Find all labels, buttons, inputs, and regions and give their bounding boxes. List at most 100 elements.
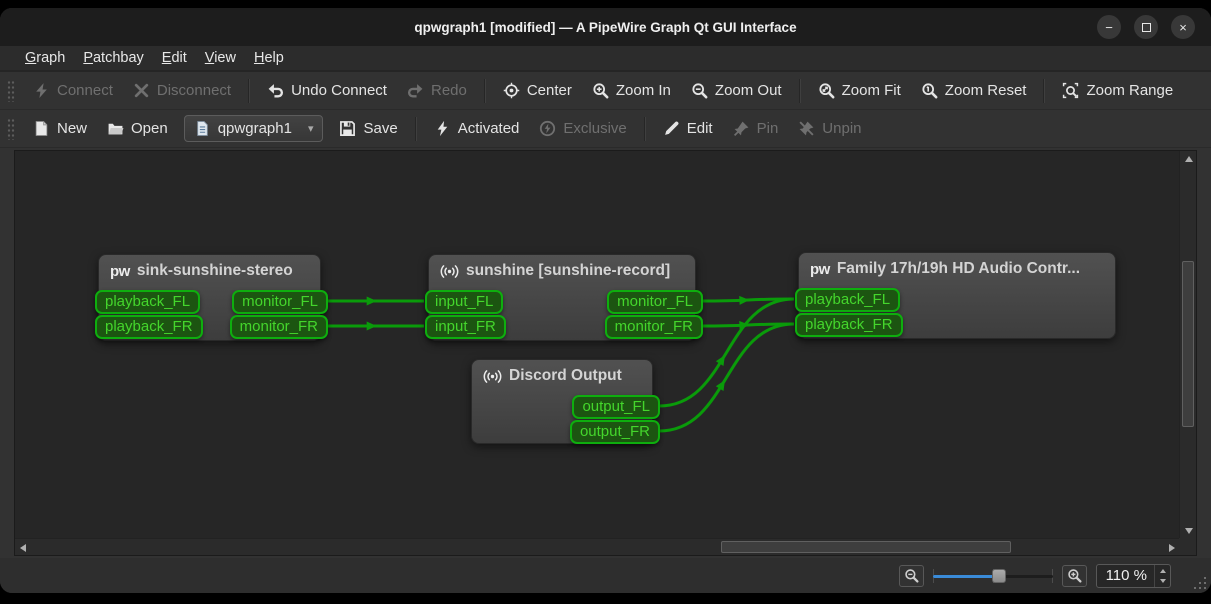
zoom-in-button[interactable]: [1062, 565, 1087, 587]
new-button[interactable]: New: [23, 115, 97, 142]
horizontal-scrollbar-thumb[interactable]: [721, 541, 1011, 553]
zoom-out-button[interactable]: [899, 565, 924, 587]
maximize-icon: [1142, 23, 1151, 32]
connection[interactable]: [702, 324, 794, 326]
zoom-slider-fill: [933, 575, 999, 578]
toolbar-separator: [799, 79, 801, 103]
triangle-left-icon: [16, 544, 26, 552]
open-icon: [107, 120, 124, 137]
triangle-down-icon: [1185, 528, 1193, 538]
port-monitor-fr[interactable]: monitor_FR: [230, 315, 328, 339]
scroll-left-button[interactable]: [15, 540, 30, 555]
toolbar-separator: [484, 79, 486, 103]
port-input-fl[interactable]: input_FL: [425, 290, 503, 314]
toolbar-drag-handle[interactable]: [7, 118, 15, 140]
zoom-reset-button[interactable]: Zoom Reset: [911, 77, 1037, 104]
statusbar: 110 %: [0, 558, 1211, 593]
scroll-up-button[interactable]: [1181, 151, 1196, 166]
scrollbar-corner: [1179, 538, 1196, 555]
spin-down-button[interactable]: [1155, 576, 1170, 587]
zoom-out-icon: [691, 82, 708, 99]
toolbar-button-label: Zoom Reset: [945, 82, 1027, 99]
port-playback-fl[interactable]: playback_FL: [795, 288, 900, 312]
port-playback-fl[interactable]: playback_FL: [95, 290, 200, 314]
dropdown-qpwgraph1-button[interactable]: qpwgraph1▾: [184, 115, 324, 142]
zoom-fit-button[interactable]: Zoom Fit: [808, 77, 911, 104]
close-button[interactable]: ×: [1171, 15, 1195, 39]
node-header: pwFamily 17h/19h HD Audio Contr...: [799, 253, 1115, 285]
zoom-range-icon: [1062, 82, 1079, 99]
port-playback-fr[interactable]: playback_FR: [95, 315, 203, 339]
port-monitor-fl[interactable]: monitor_FL: [232, 290, 328, 314]
connect-button: Connect: [23, 77, 123, 104]
node-header: pwsink-sunshine-stereo: [99, 255, 320, 287]
scroll-down-button[interactable]: [1181, 523, 1196, 538]
triangle-up-icon: [1185, 152, 1193, 162]
pin-button: Pin: [723, 115, 789, 142]
menu-graph[interactable]: Graph: [16, 48, 74, 68]
node-sunshine[interactable]: sunshine [sunshine-record] input_FLinput_…: [428, 254, 696, 341]
port-playback-fr[interactable]: playback_FR: [795, 313, 903, 337]
zoom-out-button[interactable]: Zoom Out: [681, 77, 792, 104]
zoom-slider[interactable]: [933, 566, 1053, 586]
save-button[interactable]: Save: [329, 115, 407, 142]
toolbar-button-label: Exclusive: [563, 120, 626, 137]
graph-canvas[interactable]: pwsink-sunshine-stereoplayback_FLplaybac…: [14, 150, 1197, 556]
port-output-fl[interactable]: output_FL: [572, 395, 660, 419]
port-monitor-fl[interactable]: monitor_FL: [607, 290, 703, 314]
triangle-down-icon: [1160, 579, 1166, 586]
connection[interactable]: [702, 299, 794, 301]
triangle-up-icon: [1160, 566, 1166, 573]
toolbar-button-label: Zoom Out: [715, 82, 782, 99]
open-button[interactable]: Open: [97, 115, 178, 142]
zoom-fit-icon: [818, 82, 835, 99]
toolbar-main: ConnectDisconnectUndo ConnectRedoCenterZ…: [0, 72, 1211, 110]
toolbar-separator: [248, 79, 250, 103]
menu-edit[interactable]: Edit: [153, 48, 196, 68]
node-sink[interactable]: pwsink-sunshine-stereo playback_FLplaybac…: [98, 254, 321, 341]
zoom-in-icon: [592, 82, 609, 99]
scroll-right-button[interactable]: [1164, 540, 1179, 555]
node-family[interactable]: pwFamily 17h/19h HD Audio Contr... playba…: [798, 252, 1116, 339]
spin-arrows: [1154, 565, 1170, 587]
port-monitor-fr[interactable]: monitor_FR: [605, 315, 703, 339]
node-title: Discord Output: [509, 367, 622, 385]
disconnect-button: Disconnect: [123, 77, 241, 104]
toolbar-separator: [644, 117, 646, 141]
node-header: sunshine [sunshine-record]: [429, 255, 695, 287]
edit-icon: [663, 120, 680, 137]
exclusive-button: Exclusive: [529, 115, 636, 142]
toolbar-button-label: Pin: [757, 120, 779, 137]
pipewire-icon: pw: [810, 261, 830, 278]
toolbar-drag-handle[interactable]: [7, 80, 15, 102]
toolbar-button-label: Edit: [687, 120, 713, 137]
vertical-scrollbar[interactable]: [1179, 151, 1196, 538]
activated-button[interactable]: Activated: [424, 115, 530, 142]
minimize-button[interactable]: −: [1097, 15, 1121, 39]
menu-help[interactable]: Help: [245, 48, 293, 68]
maximize-button[interactable]: [1134, 15, 1158, 39]
zoom-spinbox[interactable]: 110 %: [1096, 564, 1171, 588]
resize-grip[interactable]: [1192, 575, 1206, 589]
titlebar[interactable]: qpwgraph1 [modified] — A PipeWire Graph …: [0, 8, 1211, 46]
zoom-slider-handle[interactable]: [992, 569, 1006, 583]
menu-view[interactable]: View: [196, 48, 245, 68]
zoom-range-button[interactable]: Zoom Range: [1052, 77, 1183, 104]
toolbar-button-label: Zoom Fit: [842, 82, 901, 99]
center-button[interactable]: Center: [493, 77, 582, 104]
menu-patchbay[interactable]: Patchbay: [74, 48, 152, 68]
toolbar-button-label: Activated: [458, 120, 520, 137]
undo-connect-button[interactable]: Undo Connect: [257, 77, 397, 104]
save-icon: [339, 120, 356, 137]
vertical-scrollbar-thumb[interactable]: [1182, 261, 1194, 427]
port-output-fr[interactable]: output_FR: [570, 420, 660, 444]
edit-button[interactable]: Edit: [653, 115, 723, 142]
zoom-in-button[interactable]: Zoom In: [582, 77, 681, 104]
toolbar-button-label: Zoom In: [616, 82, 671, 99]
stream-icon: [440, 264, 459, 279]
spin-up-button[interactable]: [1155, 565, 1170, 576]
port-input-fr[interactable]: input_FR: [425, 315, 506, 339]
node-discord[interactable]: Discord Outputoutput_FLoutput_FR: [471, 359, 653, 444]
horizontal-scrollbar[interactable]: [15, 538, 1179, 555]
connection-arrow-icon: [739, 295, 749, 304]
